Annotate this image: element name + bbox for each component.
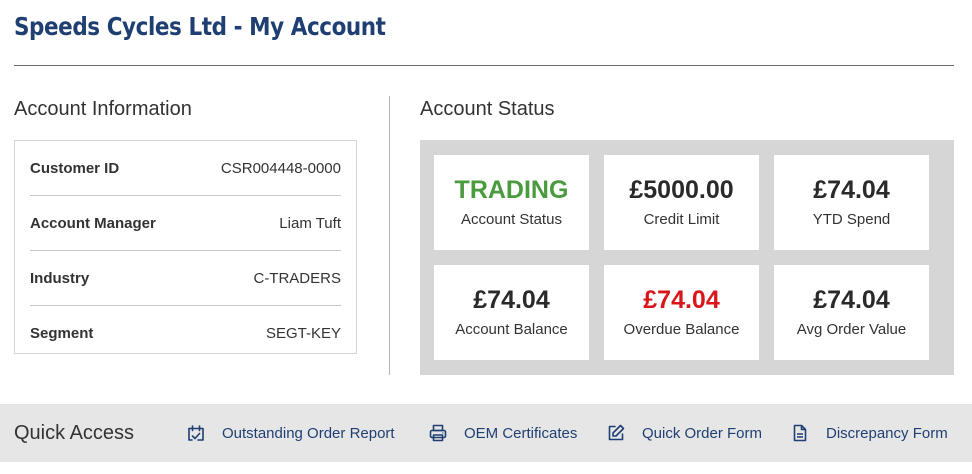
info-value: SEGT-KEY (265, 324, 341, 342)
quick-link-label: Discrepancy Form (826, 424, 948, 442)
status-card-account-status: TRADING Account Status (434, 155, 589, 250)
outstanding-order-report-link[interactable]: Outstanding Order Report (186, 423, 395, 443)
quick-order-form-link[interactable]: Quick Order Form (606, 423, 762, 443)
quick-link-label: Quick Order Form (642, 424, 763, 442)
info-label: Segment (30, 324, 94, 342)
status-label: Avg Order Value (796, 321, 907, 339)
info-label: Industry (30, 269, 90, 287)
status-card-avg-order-value: £74.04 Avg Order Value (774, 265, 929, 360)
quick-access-title: Quick Access (14, 421, 135, 444)
printer-icon (429, 424, 447, 442)
status-value: TRADING (454, 175, 569, 204)
status-card-ytd-spend: £74.04 YTD Spend (774, 155, 929, 250)
info-row-account-manager: Account Manager Liam Tuft (30, 196, 341, 251)
quick-link-label: Outstanding Order Report (222, 424, 395, 442)
edit-icon (608, 424, 625, 441)
page-title: Speeds Cycles Ltd - My Account (14, 12, 386, 41)
status-card-credit-limit: £5000.00 Credit Limit (604, 155, 759, 250)
info-value: C-TRADERS (253, 269, 341, 287)
status-card-overdue-balance: £74.04 Overdue Balance (604, 265, 759, 360)
status-value: £74.04 (813, 285, 890, 314)
status-card-account-balance: £74.04 Account Balance (434, 265, 589, 360)
title-divider (14, 65, 954, 66)
info-value: Liam Tuft (279, 214, 341, 232)
column-divider (389, 96, 390, 375)
info-label: Customer ID (30, 159, 120, 177)
calendar-check-icon (188, 425, 204, 441)
quick-link-label: OEM Certificates (464, 424, 578, 442)
quick-access-bar: Quick Access Outstanding Order Report OE… (0, 404, 972, 462)
account-information-heading: Account Information (14, 98, 192, 120)
info-label: Account Manager (30, 214, 156, 232)
oem-certificates-link[interactable]: OEM Certificates (428, 423, 577, 443)
info-row-segment: Segment SEGT-KEY (30, 306, 341, 360)
account-information-table: Customer ID CSR004448-0000 Account Manag… (14, 140, 357, 354)
status-value: £5000.00 (629, 175, 734, 204)
status-label: Credit Limit (643, 211, 720, 229)
info-row-customer-id: Customer ID CSR004448-0000 (30, 141, 341, 196)
status-label: Account Balance (455, 321, 568, 339)
status-value: £74.04 (643, 285, 720, 314)
account-status-panel: TRADING Account Status £5000.00 Credit L… (420, 140, 954, 375)
info-value: CSR004448-0000 (220, 159, 341, 177)
status-label: Overdue Balance (623, 321, 740, 339)
status-label: YTD Spend (812, 211, 891, 229)
info-row-industry: Industry C-TRADERS (30, 251, 341, 306)
account-status-heading: Account Status (420, 98, 555, 120)
status-value: £74.04 (473, 285, 550, 314)
document-icon (793, 424, 807, 442)
status-value: £74.04 (813, 175, 890, 204)
discrepancy-form-link[interactable]: Discrepancy Form (790, 423, 948, 443)
status-label: Account Status (461, 211, 562, 229)
